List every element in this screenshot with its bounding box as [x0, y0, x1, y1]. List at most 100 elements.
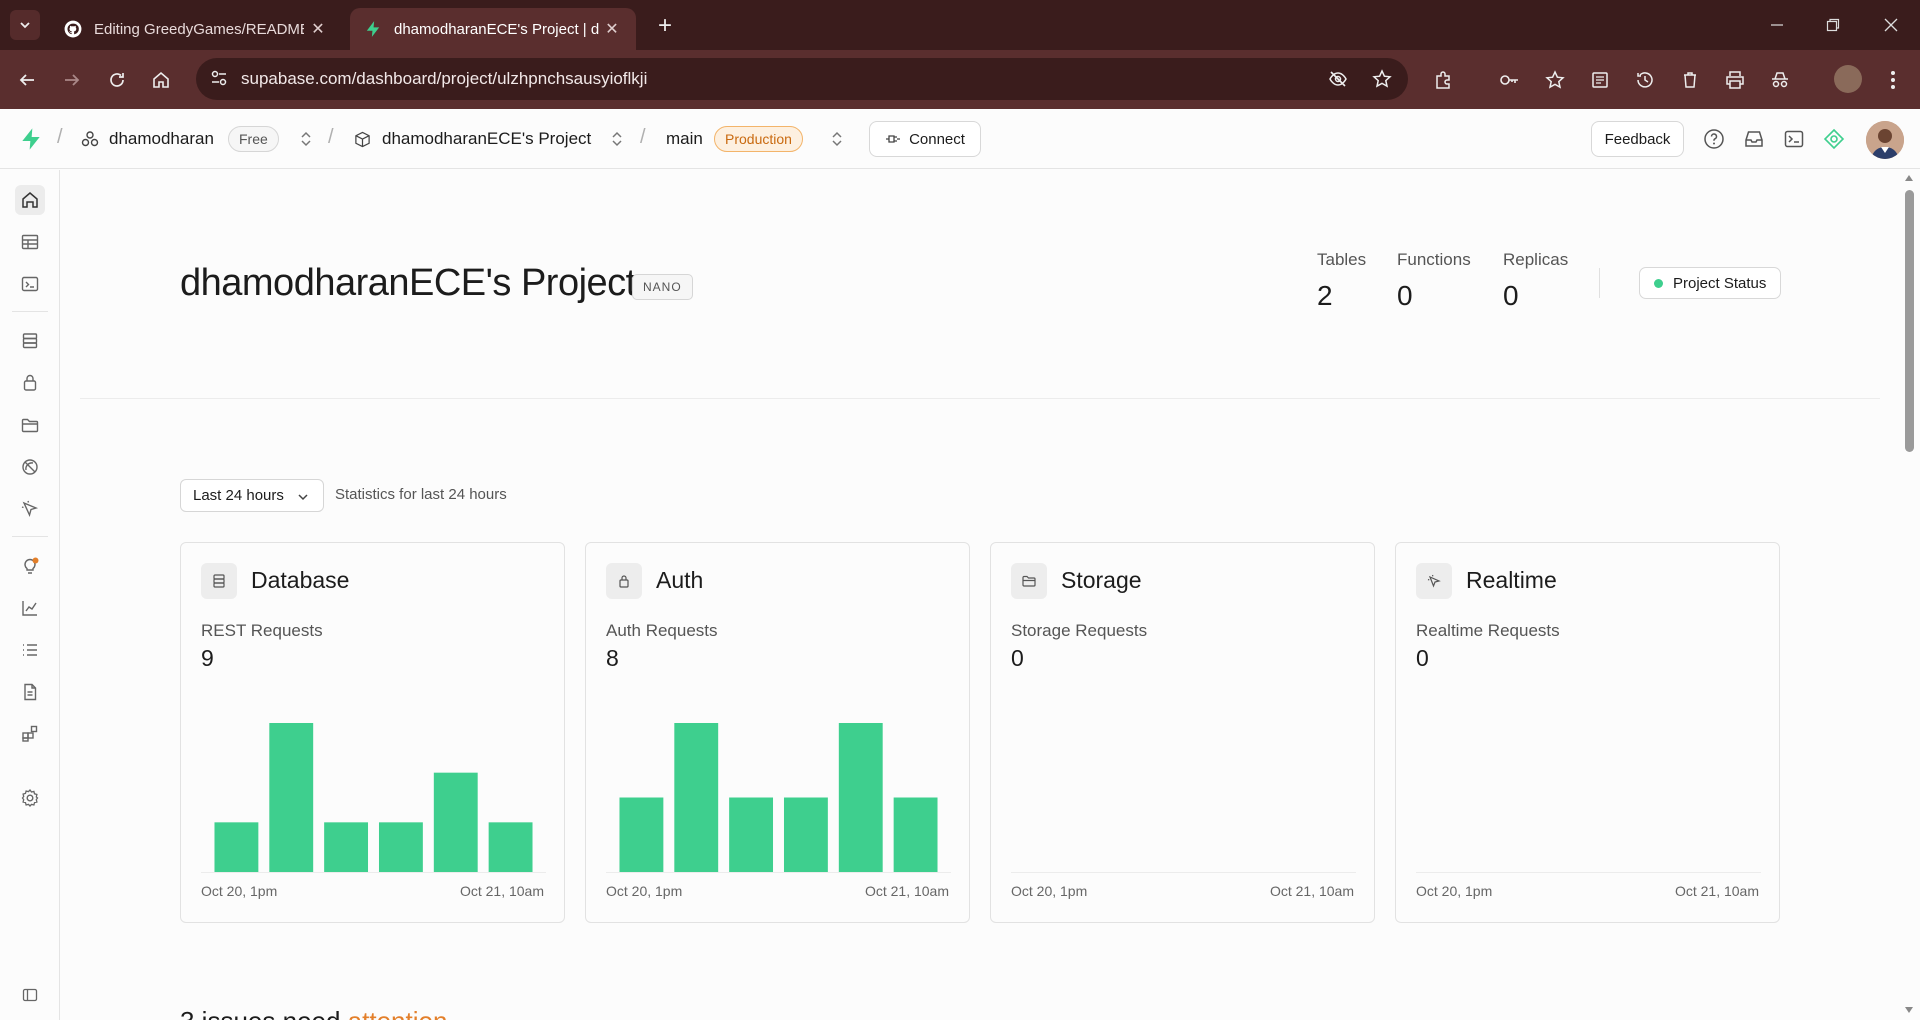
feedback-button[interactable]: Feedback: [1591, 121, 1684, 157]
sidebar-item-integrations[interactable]: [15, 719, 45, 749]
chart-bar[interactable]: [269, 723, 314, 872]
browser-tab-github[interactable]: Editing GreedyGames/README ✕: [50, 8, 342, 50]
chart-bar[interactable]: [619, 797, 664, 873]
requests-bar-chart[interactable]: [606, 683, 951, 883]
tab-search-button[interactable]: [10, 10, 40, 40]
chart-bar[interactable]: [488, 822, 533, 872]
sidebar-divider: [12, 536, 48, 537]
chart-bar[interactable]: [433, 772, 478, 872]
url-text[interactable]: supabase.com/dashboard/project/ulzhpnchs…: [241, 69, 647, 89]
back-button[interactable]: [14, 67, 40, 93]
password-button[interactable]: [1496, 67, 1522, 93]
stat-tables[interactable]: Tables 2: [1317, 250, 1366, 312]
sidebar-item-realtime[interactable]: [15, 494, 45, 524]
eye-off-icon[interactable]: [1328, 69, 1348, 89]
sidebar-item-logs[interactable]: [15, 635, 45, 665]
project-name[interactable]: dhamodharanECE's Project: [382, 109, 591, 169]
home-button[interactable]: [148, 67, 174, 93]
reading-list-button[interactable]: [1587, 67, 1613, 93]
scroll-up-icon[interactable]: [1904, 174, 1914, 182]
profile-avatar[interactable]: [1834, 65, 1862, 93]
sidebar-item-home[interactable]: [15, 185, 45, 215]
stat-functions[interactable]: Functions 0: [1397, 250, 1471, 312]
star-icon[interactable]: [1372, 69, 1392, 89]
tab-title: Editing GreedyGames/README: [94, 20, 304, 38]
chart-bar[interactable]: [214, 822, 259, 872]
requests-bar-chart[interactable]: [1416, 683, 1761, 883]
supabase-logo-icon[interactable]: [20, 127, 42, 151]
sidebar-item-database[interactable]: [15, 326, 45, 356]
chart-bar[interactable]: [729, 797, 774, 873]
site-info-icon[interactable]: [210, 69, 228, 87]
time-range-select[interactable]: Last 24 hours: [180, 479, 324, 512]
org-name[interactable]: dhamodharan: [109, 109, 214, 169]
reload-button[interactable]: [104, 67, 130, 93]
sidebar-item-storage[interactable]: [15, 410, 45, 440]
chart-bar[interactable]: [324, 822, 369, 872]
page-title: dhamodharanECE's Project: [180, 262, 636, 304]
browser-menu-button[interactable]: [1880, 67, 1906, 93]
print-button[interactable]: [1722, 67, 1748, 93]
user-avatar[interactable]: [1866, 121, 1904, 159]
browser-tab-supabase[interactable]: dhamodharanECE's Project | dh ✕: [350, 8, 636, 50]
restore-icon[interactable]: [1826, 18, 1840, 32]
sidebar-item-sql-editor[interactable]: [15, 269, 45, 299]
requests-bar-chart[interactable]: [1011, 683, 1356, 883]
chart-bar[interactable]: [783, 797, 828, 873]
table-icon: [21, 234, 39, 250]
extensions-button[interactable]: [1430, 67, 1456, 93]
incognito-button[interactable]: [1767, 67, 1793, 93]
project-status-button[interactable]: Project Status: [1639, 267, 1781, 299]
sidebar-item-table-editor[interactable]: [15, 227, 45, 257]
chevron-up-down-icon[interactable]: [611, 131, 623, 147]
chevron-up-down-icon[interactable]: [831, 131, 843, 147]
requests-bar-chart[interactable]: [201, 683, 546, 883]
help-icon[interactable]: [1703, 128, 1725, 150]
chart-bar[interactable]: [838, 723, 883, 872]
sidebar-item-settings[interactable]: [15, 783, 45, 813]
minimize-icon[interactable]: [1770, 18, 1784, 32]
chart-bar[interactable]: [893, 797, 938, 873]
connect-button[interactable]: Connect: [869, 121, 981, 157]
x-axis-start-label: Oct 20, 1pm: [201, 883, 278, 899]
assistant-icon[interactable]: [1823, 128, 1845, 150]
page-scrollbar[interactable]: [1899, 170, 1920, 1020]
delete-button[interactable]: [1677, 67, 1703, 93]
address-bar[interactable]: supabase.com/dashboard/project/ulzhpnchs…: [196, 58, 1408, 100]
terminal-icon[interactable]: [1783, 128, 1805, 150]
sidebar-item-edge-functions[interactable]: [15, 452, 45, 482]
branch-name[interactable]: main: [666, 109, 703, 169]
sidebar-item-advisors[interactable]: [15, 551, 45, 581]
scrollbar-thumb[interactable]: [1905, 190, 1914, 452]
usage-card-storage[interactable]: Storage Storage Requests 0 Oct 20, 1pm O…: [990, 542, 1375, 923]
usage-card-realtime[interactable]: Realtime Realtime Requests 0 Oct 20, 1pm…: [1395, 542, 1780, 923]
chevron-up-down-icon[interactable]: [300, 131, 312, 147]
usage-card-database[interactable]: Database REST Requests 9 Oct 20, 1pm Oct…: [180, 542, 565, 923]
history-button[interactable]: [1632, 67, 1658, 93]
forward-button[interactable]: [59, 67, 85, 93]
chart-icon: [22, 601, 37, 616]
usage-card-auth[interactable]: Auth Auth Requests 8 Oct 20, 1pm Oct 21,…: [585, 542, 970, 923]
sidebar-item-api-docs[interactable]: [15, 677, 45, 707]
functions-icon: [22, 459, 38, 475]
close-tab-icon[interactable]: ✕: [308, 19, 328, 39]
sidebar-item-reports[interactable]: [15, 593, 45, 623]
status-dot-icon: [1654, 278, 1663, 288]
inbox-icon[interactable]: [1743, 128, 1765, 150]
chart-bar[interactable]: [674, 723, 719, 872]
connect-label: Connect: [909, 130, 965, 148]
close-tab-icon[interactable]: ✕: [602, 19, 622, 39]
main-content: dhamodharanECE's Project NANO Tables 2 F…: [61, 170, 1899, 1020]
bookmarks-button[interactable]: [1542, 67, 1568, 93]
sidebar-item-auth[interactable]: [15, 368, 45, 398]
scroll-down-icon[interactable]: [1904, 1006, 1914, 1014]
new-tab-button[interactable]: +: [652, 12, 678, 40]
sidebar-collapse-button[interactable]: [15, 980, 45, 1010]
cursor-icon: [1427, 574, 1441, 588]
close-window-icon[interactable]: [1884, 18, 1898, 32]
stat-replicas[interactable]: Replicas 0: [1503, 250, 1568, 312]
chart-bar[interactable]: [378, 822, 423, 872]
reading-list-icon: [1592, 72, 1608, 88]
stat-label: Tables: [1317, 250, 1367, 269]
list-icon: [23, 644, 37, 656]
